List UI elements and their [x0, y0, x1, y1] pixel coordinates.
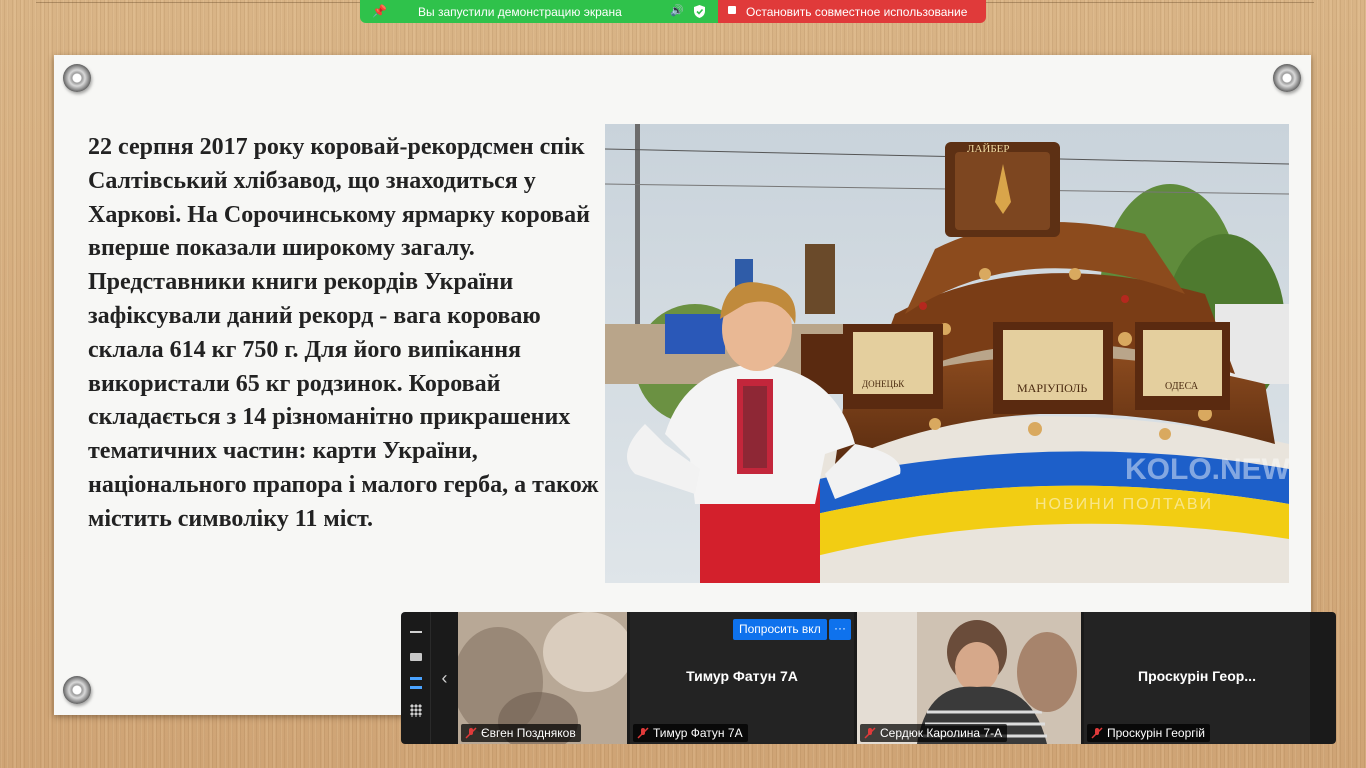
participant-name-label: Проскурін Георгій	[1087, 724, 1210, 742]
pushpin-icon	[63, 64, 91, 92]
mic-muted-icon	[1091, 727, 1103, 739]
cake-sign-top: ЛАЙБЕР	[967, 143, 1010, 155]
ask-unmute-button[interactable]: Попросить вкл	[733, 619, 827, 640]
participant-tile[interactable]: Проскурін Геор... Проскурін Георгій	[1084, 612, 1310, 744]
gallery-toolbar	[401, 612, 431, 744]
share-status-text: Вы запустили демонстрацию экрана	[418, 5, 622, 19]
mic-muted-icon	[637, 727, 649, 739]
stop-share-button[interactable]: Остановить совместное использование	[718, 0, 986, 23]
participant-display-name: Тимур Фатун 7А	[686, 668, 798, 684]
hide-video-icon[interactable]	[410, 653, 422, 661]
pushpin-icon	[63, 676, 91, 704]
more-options-button[interactable]: ···	[829, 619, 851, 640]
mic-muted-icon	[465, 727, 477, 739]
stop-share-label: Остановить совместное использование	[746, 5, 968, 19]
chevron-left-icon[interactable]: ‹	[431, 612, 458, 744]
gallery-view-icon[interactable]	[410, 704, 422, 717]
plaque-left-label: ДОНЕЦЬК	[862, 379, 905, 389]
participants-gallery: ‹ Євген Поздняков Тимур Фатун 7А Тимур Ф…	[401, 612, 1336, 744]
participant-name-label: Євген Поздняков	[461, 724, 581, 742]
korovai-photo: KOLO.NEWS НОВИНИ ПОЛТАВИ ЛАЙБЕР МАРІУПОЛ…	[605, 124, 1289, 583]
screen-share-bar: 📌 Вы запустили демонстрацию экрана 🔊 Ост…	[360, 0, 986, 23]
participant-name-label: Сердюк Каролина 7-А	[860, 724, 1008, 742]
participant-display-name: Проскурін Геор...	[1138, 668, 1256, 684]
korovai-photo-illustration: KOLO.NEWS НОВИНИ ПОЛТАВИ ЛАЙБЕР МАРІУПОЛ…	[605, 124, 1289, 583]
participant-tile[interactable]: Євген Поздняков	[458, 612, 627, 744]
participant-tile[interactable]: Сердюк Каролина 7-А	[857, 612, 1081, 744]
speaker-view-icon[interactable]	[410, 677, 422, 689]
pushpin-icon	[1273, 64, 1301, 92]
share-status-pill[interactable]: 📌 Вы запустили демонстрацию экрана 🔊	[360, 0, 718, 23]
mic-muted-icon	[864, 727, 876, 739]
stop-icon	[728, 6, 736, 14]
watermark-main: KOLO.NEWS	[1125, 453, 1289, 486]
participant-tile[interactable]: Тимур Фатун 7А Тимур Фатун 7А Попросить …	[630, 612, 854, 744]
plaque-right-label: ОДЕСА	[1165, 381, 1199, 392]
pin-icon[interactable]: 📌	[372, 4, 387, 18]
speaker-icon[interactable]: 🔊	[670, 4, 684, 17]
plaque-center-label: МАРІУПОЛЬ	[1017, 381, 1087, 395]
slide-body-text: 22 серпня 2017 року коровай-рекордсмен с…	[88, 134, 599, 532]
watermark-sub: НОВИНИ ПОЛТАВИ	[1035, 496, 1213, 513]
shield-icon[interactable]	[694, 5, 705, 18]
minimize-icon[interactable]	[410, 631, 422, 633]
participant-name-label: Тимур Фатун 7А	[633, 724, 748, 742]
